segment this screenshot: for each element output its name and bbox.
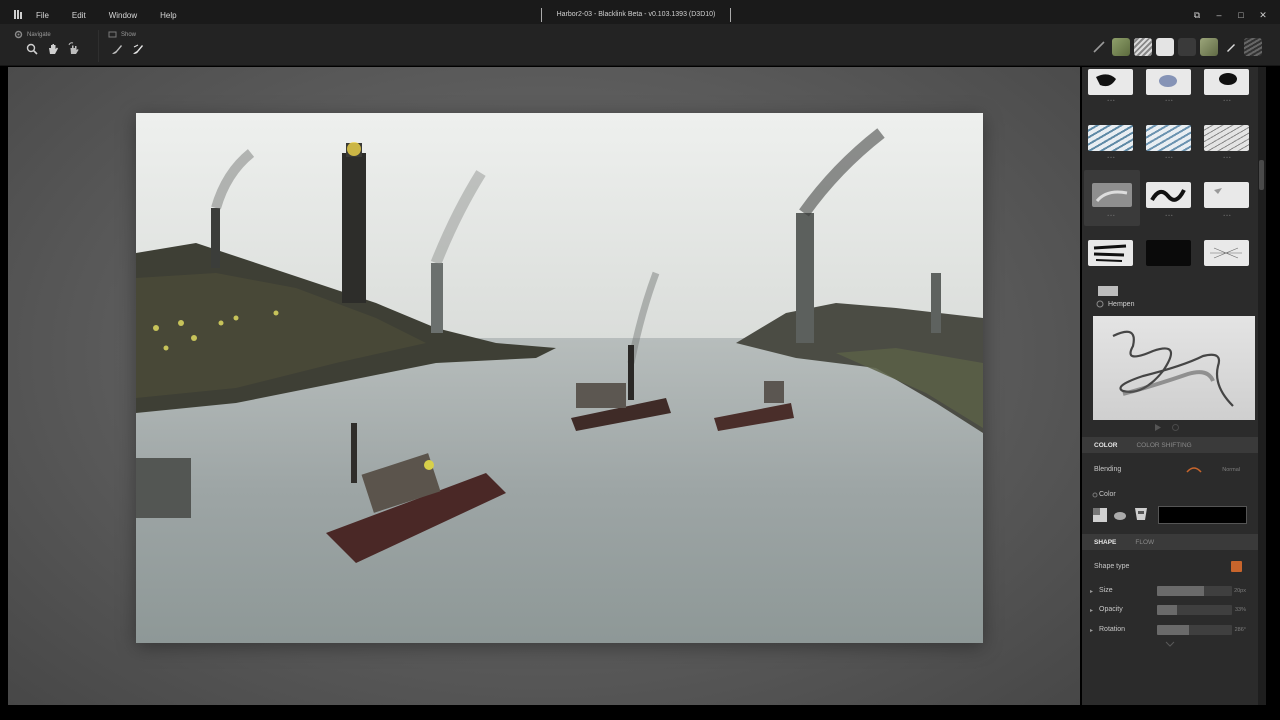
brush-thumb-12[interactable]: [1204, 240, 1249, 266]
brush-name-3: • • •: [1223, 98, 1231, 103]
preset-green-icon[interactable]: [1112, 38, 1130, 56]
rotate-hand-icon[interactable]: [67, 42, 81, 56]
tab-flow[interactable]: FLOW: [1123, 539, 1161, 546]
preset-hatch-icon[interactable]: [1134, 38, 1152, 56]
brush-thumb-8[interactable]: [1146, 182, 1191, 208]
brush-presets-strip: [1090, 38, 1262, 56]
brush-name-2: • • •: [1165, 98, 1173, 103]
color-dot-icon: [1092, 492, 1098, 498]
color-mask-icon[interactable]: [1132, 505, 1150, 523]
opacity-caret-icon[interactable]: ▸: [1090, 607, 1093, 614]
brush-thumb-hempen[interactable]: [1092, 183, 1132, 207]
play-icon[interactable]: [1153, 423, 1162, 432]
brush-tool-icon[interactable]: [110, 42, 124, 56]
brush-thumb-9[interactable]: [1204, 182, 1249, 208]
window-title: Harbor2-03 - Blacklink Beta - v0.103.139…: [541, 8, 731, 22]
window-controls: ⧉ – □ ✕: [1190, 8, 1270, 22]
size-caret-icon[interactable]: ▸: [1090, 588, 1093, 595]
brush-small-preview-icon: [1098, 286, 1118, 296]
expand-chevron-icon[interactable]: [1165, 641, 1175, 647]
menu-edit[interactable]: Edit: [60, 11, 97, 20]
maximize-icon[interactable]: □: [1234, 8, 1248, 22]
panel-scroll-thumb[interactable]: [1259, 160, 1264, 190]
blending-value[interactable]: Normal: [1200, 467, 1240, 473]
rotation-slider-fill: [1157, 625, 1189, 635]
brush-thumb-3[interactable]: [1204, 69, 1249, 95]
show-label: Show: [121, 31, 137, 38]
color-tabs: COLOR COLOR SHIFTING: [1082, 437, 1258, 453]
opacity-label: Opacity: [1099, 606, 1123, 613]
shape-tabs: SHAPE FLOW: [1082, 534, 1258, 550]
brush-dot-icon: [1096, 300, 1104, 308]
size-slider-fill: [1157, 586, 1205, 596]
menu-file[interactable]: File: [24, 11, 60, 20]
preset-olive-icon[interactable]: [1200, 38, 1218, 56]
rotation-label: Rotation: [1099, 626, 1126, 633]
eraser-brush-icon[interactable]: [131, 42, 145, 56]
menu-help[interactable]: Help: [148, 11, 187, 20]
current-color-swatch[interactable]: [1158, 506, 1247, 524]
size-value: 20px: [1234, 588, 1246, 594]
brush-name-4: • • •: [1107, 155, 1115, 160]
gear-icon: [14, 30, 23, 39]
painting-canvas[interactable]: [136, 113, 983, 643]
preset-dark-icon[interactable]: [1178, 38, 1196, 56]
brush-name-6: • • •: [1223, 155, 1231, 160]
preset-lines-icon[interactable]: [1244, 38, 1262, 56]
minimize-icon[interactable]: –: [1212, 8, 1226, 22]
show-group-label: Show: [108, 30, 136, 39]
rotation-value: 286°: [1234, 627, 1246, 633]
brush-name-7: • • •: [1107, 213, 1115, 218]
opacity-slider-fill: [1157, 605, 1178, 615]
color-blend-icon[interactable]: [1112, 507, 1128, 523]
brush-name-5: • • •: [1165, 155, 1173, 160]
shape-type-swatch[interactable]: [1231, 561, 1242, 572]
brush-thumb-10[interactable]: [1088, 240, 1133, 266]
close-icon[interactable]: ✕: [1256, 8, 1270, 22]
navigate-label: Navigate: [27, 31, 51, 38]
brush-name-8: • • •: [1165, 213, 1173, 218]
restore-icon[interactable]: ⧉: [1190, 8, 1204, 22]
tab-color[interactable]: COLOR: [1082, 442, 1124, 449]
app-icon: [14, 10, 22, 19]
tab-shape[interactable]: SHAPE: [1082, 539, 1123, 546]
brush-thumb-2[interactable]: [1146, 69, 1191, 95]
brush-name-9: • • •: [1223, 213, 1231, 218]
pan-hand-icon[interactable]: [46, 42, 60, 56]
brush-thumb-6[interactable]: [1204, 125, 1249, 151]
toolbar-divider: [98, 30, 99, 62]
shape-type-label: Shape type: [1094, 563, 1130, 570]
reset-icon[interactable]: [1171, 423, 1180, 432]
brush-name-1: • • •: [1107, 98, 1115, 103]
show-icon: [108, 31, 117, 38]
active-brush-name: Hempen: [1108, 300, 1135, 308]
color-picker-square-icon[interactable]: [1092, 507, 1108, 523]
menu-window[interactable]: Window: [97, 11, 148, 20]
color-label: Color: [1099, 491, 1116, 498]
size-label: Size: [1099, 587, 1113, 594]
pen-preset-icon[interactable]: [1090, 38, 1108, 56]
current-color-fill: [1159, 507, 1246, 523]
brush-thumb-4[interactable]: [1088, 125, 1133, 151]
brush-thumb-1[interactable]: [1088, 69, 1133, 95]
rotation-caret-icon[interactable]: ▸: [1090, 627, 1093, 634]
drop-preset-icon[interactable]: [1222, 38, 1240, 56]
preset-white-icon[interactable]: [1156, 38, 1174, 56]
toolbar: Navigate Show: [0, 24, 1280, 66]
navigate-group-label: Navigate: [14, 30, 51, 39]
zoom-icon[interactable]: [25, 42, 39, 56]
active-brush-row: Hempen: [1096, 300, 1134, 308]
brush-thumb-11[interactable]: [1146, 240, 1191, 266]
blending-label: Blending: [1094, 466, 1122, 473]
harbor-painting[interactable]: [136, 113, 983, 643]
tab-color-shifting[interactable]: COLOR SHIFTING: [1124, 442, 1198, 449]
brush-thumb-5[interactable]: [1146, 125, 1191, 151]
opacity-value: 33%: [1234, 607, 1246, 613]
brush-stroke-preview: [1093, 316, 1255, 420]
